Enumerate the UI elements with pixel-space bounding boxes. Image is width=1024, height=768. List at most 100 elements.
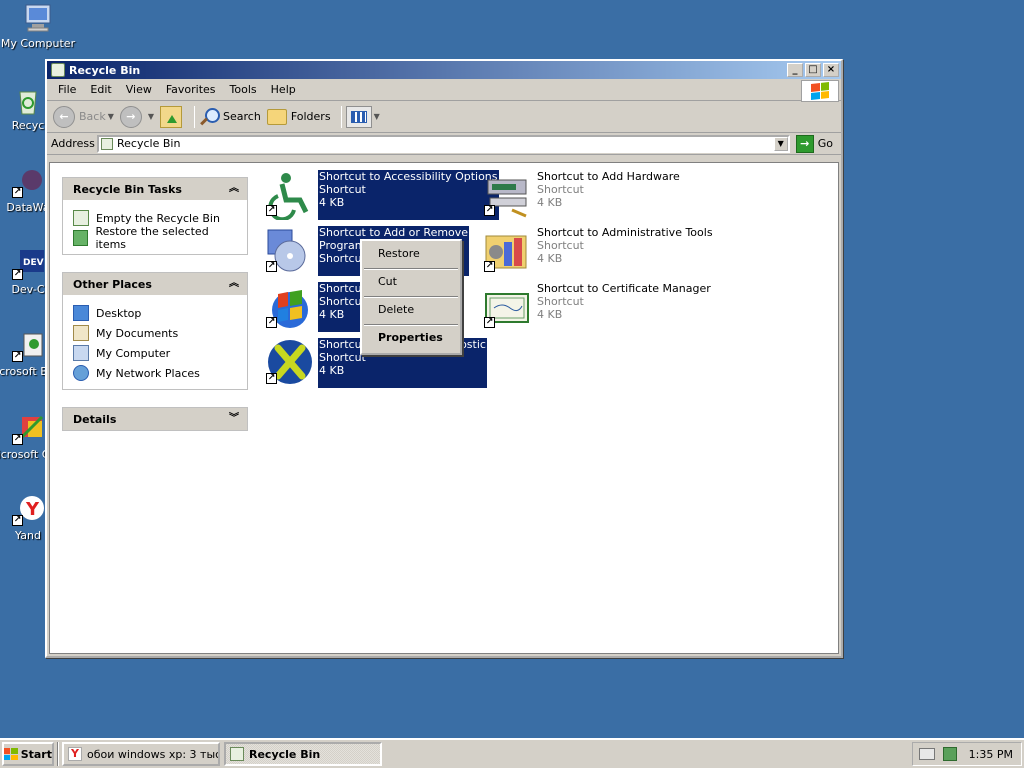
address-label: Address bbox=[51, 137, 95, 150]
system-tray: 1:35 PM bbox=[912, 742, 1022, 766]
maximize-button[interactable]: □ bbox=[805, 63, 821, 77]
chevron-down-icon[interactable]: ▼ bbox=[148, 112, 154, 121]
task-label: Restore the selected items bbox=[95, 225, 209, 251]
forward-button[interactable]: → ▼ bbox=[119, 105, 154, 128]
menu-tools[interactable]: Tools bbox=[223, 83, 264, 96]
taskbar-button-label: обои windows xp: 3 тыс… bbox=[87, 747, 220, 761]
menu-view[interactable]: View bbox=[119, 83, 159, 96]
file-size: 4 KB bbox=[319, 196, 345, 209]
file-type: Shortcut bbox=[537, 239, 584, 252]
recycle-bin-icon bbox=[230, 747, 244, 761]
restore-icon bbox=[73, 230, 89, 246]
context-menu-restore[interactable]: Restore bbox=[362, 243, 460, 267]
panel-header[interactable]: Other Places ︽ bbox=[63, 273, 247, 295]
file-name: Shortcut to Certificate Manager bbox=[537, 282, 711, 295]
file-size: 4 KB bbox=[537, 252, 563, 265]
desktop-icon-label: My Computer bbox=[0, 37, 76, 50]
my-computer-icon bbox=[73, 345, 89, 361]
my-documents-icon bbox=[73, 325, 89, 341]
collapse-chevron-icon[interactable]: ︽ bbox=[227, 277, 241, 291]
menu-favorites[interactable]: Favorites bbox=[159, 83, 223, 96]
file-item[interactable]: ↗ Shortcut to Accessibility Options Shor… bbox=[264, 170, 499, 222]
certificate-manager-icon: ↗ bbox=[482, 282, 532, 332]
recycle-bin-icon bbox=[101, 137, 113, 150]
restore-selected-items-link[interactable]: Restore the selected items bbox=[73, 225, 237, 251]
other-place-desktop[interactable]: Desktop bbox=[73, 303, 237, 323]
context-menu-properties[interactable]: Properties bbox=[362, 327, 460, 351]
close-button[interactable]: × bbox=[823, 63, 839, 77]
title-bar[interactable]: Recycle Bin _ □ × bbox=[47, 61, 841, 79]
address-bar: Address Recycle Bin ▼ → Go bbox=[47, 133, 841, 155]
panel-header[interactable]: Details ︾ bbox=[63, 408, 247, 430]
other-place-my-documents[interactable]: My Documents bbox=[73, 323, 237, 343]
views-button[interactable]: ▼ bbox=[345, 105, 380, 128]
clock[interactable]: 1:35 PM bbox=[969, 748, 1013, 761]
administrative-tools-icon: ↗ bbox=[482, 226, 532, 276]
start-label: Start bbox=[20, 747, 52, 761]
chevron-down-icon: ▼ bbox=[373, 112, 380, 121]
go-label: Go bbox=[817, 137, 833, 150]
panel-title: Other Places bbox=[73, 277, 152, 291]
address-field[interactable]: Recycle Bin ▼ bbox=[97, 134, 790, 153]
chevron-down-icon[interactable]: ▼ bbox=[108, 112, 114, 121]
taskbar: Start Y обои windows xp: 3 тыс… Recycle … bbox=[0, 738, 1024, 768]
go-arrow-icon: → bbox=[795, 134, 814, 153]
file-item[interactable]: ↗ Shortcut to Add Hardware Shortcut 4 KB bbox=[482, 170, 681, 220]
minimize-button[interactable]: _ bbox=[787, 63, 803, 77]
file-item[interactable]: ↗ Shortcut to Certificate Manager Shortc… bbox=[482, 282, 712, 332]
file-name: Shortcut to Accessibility Options bbox=[319, 170, 498, 183]
toolbar-divider bbox=[340, 105, 342, 128]
search-label: Search bbox=[223, 110, 261, 123]
folders-button[interactable]: Folders bbox=[266, 108, 331, 125]
menu-edit[interactable]: Edit bbox=[83, 83, 118, 96]
shortcut-arrow-icon: ↗ bbox=[12, 434, 23, 445]
shortcut-arrow-icon: ↗ bbox=[484, 205, 495, 216]
go-button[interactable]: → Go bbox=[795, 134, 833, 153]
visual-basic-icon: ↗ bbox=[12, 330, 44, 362]
content-area[interactable]: Recycle Bin Tasks ︽ Empty the Recycle Bi… bbox=[49, 162, 839, 654]
file-size: 4 KB bbox=[319, 308, 345, 321]
address-value: Recycle Bin bbox=[117, 137, 181, 150]
context-menu-cut[interactable]: Cut bbox=[362, 271, 460, 295]
menu-help[interactable]: Help bbox=[264, 83, 303, 96]
windows-logo-icon bbox=[801, 80, 839, 102]
place-label: Desktop bbox=[96, 306, 142, 320]
menu-file[interactable]: File bbox=[51, 83, 83, 96]
network-status-icon[interactable] bbox=[942, 747, 957, 761]
file-item[interactable]: ↗ Shortcut to Administrative Tools Short… bbox=[482, 226, 714, 276]
file-item[interactable]: ↗ Shortcut Shortcut 4 KB bbox=[264, 282, 367, 332]
taskbar-divider bbox=[57, 742, 59, 766]
taskbar-button-browser[interactable]: Y обои windows xp: 3 тыс… bbox=[62, 742, 220, 766]
back-button[interactable]: ← Back ▼ bbox=[53, 105, 114, 128]
recycle-bin-tasks-panel: Recycle Bin Tasks ︽ Empty the Recycle Bi… bbox=[62, 177, 248, 255]
visual-cpp-icon: ↗ bbox=[12, 413, 44, 445]
expand-chevron-icon[interactable]: ︾ bbox=[227, 412, 241, 426]
panel-header[interactable]: Recycle Bin Tasks ︽ bbox=[63, 178, 247, 200]
shortcut-arrow-icon: ↗ bbox=[266, 261, 277, 272]
file-name-line: Shortcut to Add or Remove bbox=[319, 226, 469, 239]
recycle-bin-icon bbox=[73, 210, 89, 226]
file-size: 4 KB bbox=[537, 196, 563, 209]
my-computer-icon bbox=[22, 2, 54, 34]
taskbar-button-label: Recycle Bin bbox=[249, 747, 321, 761]
search-button[interactable]: Search bbox=[199, 107, 261, 127]
address-dropdown-button[interactable]: ▼ bbox=[773, 136, 788, 151]
place-label: My Documents bbox=[96, 326, 179, 340]
panel-title: Details bbox=[73, 412, 117, 426]
menu-bar: File Edit View Favorites Tools Help bbox=[47, 79, 841, 102]
details-panel: Details ︾ bbox=[62, 407, 248, 431]
other-place-my-computer[interactable]: My Computer bbox=[73, 343, 237, 363]
desktop-icon-my-computer[interactable]: My Computer bbox=[0, 2, 76, 50]
context-menu-delete[interactable]: Delete bbox=[362, 299, 460, 323]
dev-cpp-icon: DEV ↗ bbox=[12, 248, 44, 280]
start-button[interactable]: Start bbox=[2, 742, 54, 766]
keyboard-icon[interactable] bbox=[918, 748, 935, 760]
taskbar-button-recycle-bin[interactable]: Recycle Bin bbox=[224, 742, 382, 766]
menu-divider bbox=[364, 324, 458, 326]
folder-up-icon bbox=[160, 105, 183, 128]
up-button[interactable] bbox=[160, 105, 184, 128]
file-type: Shortcut bbox=[537, 295, 584, 308]
collapse-chevron-icon[interactable]: ︽ bbox=[227, 182, 241, 196]
network-places-icon bbox=[73, 365, 89, 381]
other-place-network[interactable]: My Network Places bbox=[73, 363, 237, 383]
